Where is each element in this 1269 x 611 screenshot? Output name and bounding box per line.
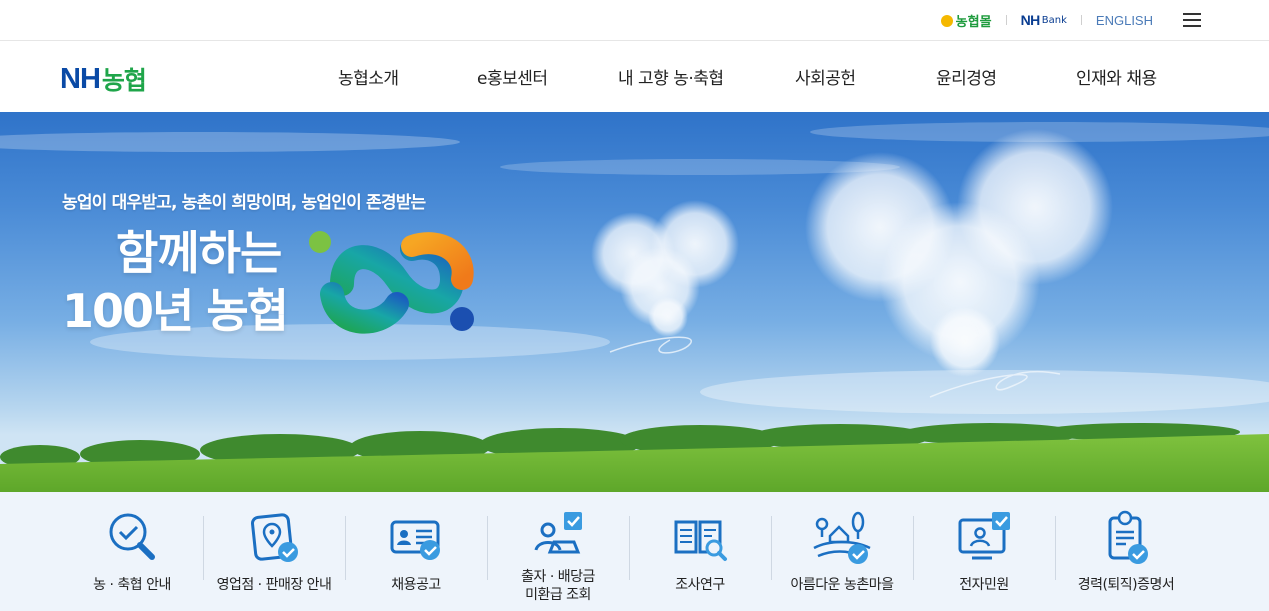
id-card-icon (390, 520, 440, 560)
logo-kr: 농협 (101, 66, 147, 95)
quick-item-research[interactable]: 조사연구 (629, 492, 771, 611)
100-year-emblem-icon (309, 231, 474, 334)
village-icon (813, 511, 871, 564)
quick-item-label: 출자 · 배당금 미환급 조회 (487, 568, 629, 604)
map-pin-icon (250, 513, 298, 562)
quick-item-certificate[interactable]: 경력(퇴직)증명서 (1055, 492, 1197, 611)
headline-line2: 100년 농협 (62, 284, 289, 338)
quick-menu: 농 · 축협 안내 영업점 · 판매장 안내 채용공고 출자 · 배당금 미환급… (0, 492, 1269, 611)
utility-bar: 농협몰 NH Bank ENGLISH (0, 0, 1269, 41)
quick-item-civil-service[interactable]: 전자민원 (913, 492, 1055, 611)
quick-item-village[interactable]: 아름다운 농촌마을 (771, 492, 913, 611)
headline-line1: 함께하는 (116, 226, 282, 280)
nav-item-about[interactable]: 농협소개 (338, 64, 399, 89)
hero-banner: 농업이 대우받고, 농촌이 희망이며, 농업인이 존경받는 함께하는 100년 … (0, 112, 1269, 492)
mall-coin-icon (940, 15, 953, 27)
monitor-person-icon (958, 512, 1010, 560)
quick-item-label: 조사연구 (675, 577, 725, 593)
nav-item-social[interactable]: 사회공헌 (795, 64, 856, 89)
quick-item-label-line1: 출자 · 배당금 (521, 569, 595, 585)
quick-item-dividend[interactable]: 출자 · 배당금 미환급 조회 (487, 492, 629, 611)
person-laptop-icon (534, 512, 582, 554)
quick-item-label: 전자민원 (959, 577, 1009, 593)
nav-item-ethics[interactable]: 윤리경영 (936, 64, 997, 89)
nav-item-recruit[interactable]: 인재와 채용 (1076, 64, 1157, 89)
quick-item-label-line2: 미환급 조회 (525, 587, 591, 603)
quick-item-label: 농 · 축협 안내 (93, 577, 171, 593)
quick-item-coop-guide[interactable]: 농 · 축협 안내 (61, 492, 203, 611)
hero-slogan: 농업이 대우받고, 농촌이 희망이며, 농업인이 존경받는 (62, 193, 426, 213)
nav-item-pr-center[interactable]: e홍보센터 (477, 64, 548, 89)
quick-item-label: 아름다운 농촌마을 (790, 577, 895, 593)
bank-label-sub: Bank (1041, 14, 1067, 26)
logo-nh: NH (60, 62, 101, 95)
nh-bank-link[interactable]: NH Bank (1007, 12, 1081, 28)
quick-item-label: 채용공고 (391, 577, 441, 593)
mall-label: 농협몰 (955, 14, 992, 30)
nh-mall-link[interactable]: 농협몰 (927, 11, 1006, 30)
nh-logo[interactable]: NH 농협 (60, 61, 147, 97)
book-search-icon (674, 520, 727, 561)
quick-item-label: 경력(퇴직)증명서 (1077, 577, 1175, 593)
english-link[interactable]: ENGLISH (1082, 13, 1167, 28)
certificate-icon (1108, 510, 1148, 564)
quick-item-recruit[interactable]: 채용공고 (345, 492, 487, 611)
bank-label-main: NH (1020, 12, 1041, 28)
quick-item-label: 영업점 · 판매장 안내 (216, 577, 332, 593)
hero-headline: 함께하는 100년 농협 (62, 224, 289, 340)
quick-item-branch-guide[interactable]: 영업점 · 판매장 안내 (203, 492, 345, 611)
main-header: NH 농협 농협소개 e홍보센터 내 고향 농·축협 사회공헌 윤리경영 인재와… (0, 41, 1269, 112)
search-check-icon (109, 513, 155, 560)
hamburger-menu-icon[interactable] (1183, 13, 1201, 27)
nav-item-local-coop[interactable]: 내 고향 농·축협 (618, 64, 724, 89)
